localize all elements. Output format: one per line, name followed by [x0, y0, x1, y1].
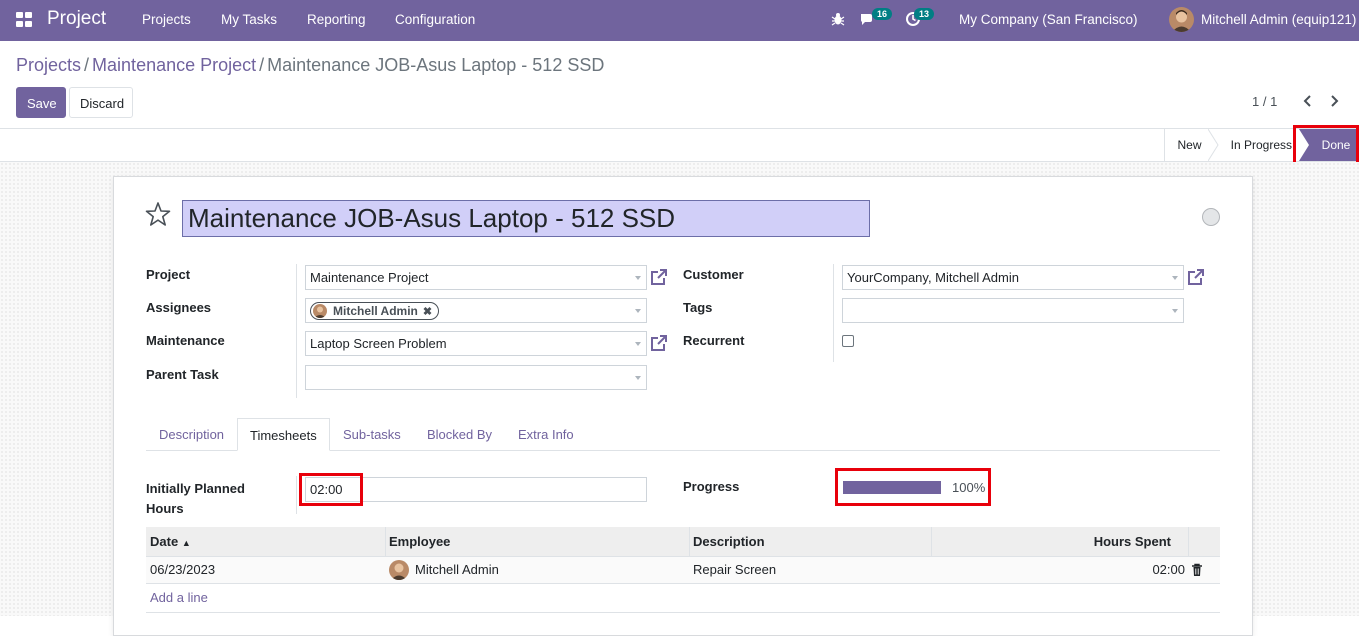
row-hours[interactable]: 02:00 — [935, 557, 1185, 583]
parent-task-field[interactable] — [305, 365, 647, 390]
column-divider — [689, 527, 690, 556]
sort-ascending-icon: ▲ — [181, 538, 191, 548]
maintenance-value: Laptop Screen Problem — [310, 336, 447, 351]
dropdown-caret-icon — [1172, 309, 1178, 313]
column-hours-spent[interactable]: Hours Spent — [935, 527, 1171, 556]
add-line-link[interactable]: Add a line — [150, 590, 208, 605]
assignees-label: Assignees — [146, 300, 212, 315]
field-divider — [296, 264, 297, 398]
field-divider — [296, 476, 297, 514]
project-field[interactable]: Maintenance Project — [305, 265, 647, 290]
stage-arrow-icon — [1299, 129, 1309, 161]
maintenance-field[interactable]: Laptop Screen Problem — [305, 331, 647, 356]
customer-field[interactable]: YourCompany, Mitchell Admin — [842, 265, 1184, 290]
tab-extra-info[interactable]: Extra Info — [506, 418, 586, 451]
project-label: Project — [146, 267, 191, 282]
stage-in-progress[interactable]: In Progress — [1214, 129, 1299, 161]
external-link-icon[interactable] — [649, 267, 669, 287]
top-navbar: Project Projects My Tasks Reporting Conf… — [0, 0, 1359, 41]
planned-hours-label-line2: Hours — [146, 501, 184, 516]
planned-hours-input[interactable]: 02:00 — [305, 477, 647, 502]
tags-label: Tags — [683, 300, 713, 315]
menu-my-tasks[interactable]: My Tasks — [221, 12, 277, 27]
progress-bar — [843, 481, 941, 494]
maintenance-label: Maintenance — [146, 333, 225, 348]
menu-reporting[interactable]: Reporting — [307, 12, 366, 27]
dropdown-caret-icon — [1172, 276, 1178, 280]
menu-configuration[interactable]: Configuration — [395, 12, 475, 27]
tab-blocked-by[interactable]: Blocked By — [415, 418, 504, 451]
messages-badge: 16 — [872, 8, 892, 20]
tab-sub-tasks[interactable]: Sub-tasks — [331, 418, 413, 451]
assignee-name: Mitchell Admin — [333, 304, 418, 318]
column-divider — [931, 527, 932, 556]
field-divider — [833, 264, 834, 362]
bug-icon[interactable] — [830, 11, 846, 27]
pager-next-icon[interactable] — [1328, 93, 1342, 109]
pager-previous-icon[interactable] — [1300, 93, 1314, 109]
status-bar: New In Progress Done — [0, 128, 1359, 162]
tab-timesheets[interactable]: Timesheets — [237, 418, 330, 451]
remove-tag-icon[interactable]: ✖ — [423, 306, 432, 318]
tags-field[interactable] — [842, 298, 1184, 323]
row-description[interactable]: Repair Screen — [693, 557, 776, 583]
row-date[interactable]: 06/23/2023 — [150, 557, 215, 583]
row-employee[interactable]: Mitchell Admin — [415, 557, 499, 583]
column-date[interactable]: Date ▲ — [150, 527, 191, 556]
dropdown-caret-icon — [635, 276, 641, 280]
save-button[interactable]: Save — [16, 87, 66, 118]
planned-hours-label-line1: Initially Planned — [146, 481, 245, 496]
progress-percent: 100% — [952, 480, 986, 495]
breadcrumb-maintenance-project[interactable]: Maintenance Project — [92, 55, 256, 75]
planned-hours-label: Initially Planned Hours — [146, 479, 245, 519]
user-menu[interactable]: Mitchell Admin (equip121) — [1201, 12, 1356, 27]
user-avatar[interactable] — [1169, 7, 1194, 32]
parent-task-label: Parent Task — [146, 367, 219, 382]
column-divider — [1188, 527, 1189, 556]
column-description[interactable]: Description — [693, 527, 765, 556]
planned-hours-value: 02:00 — [310, 482, 343, 497]
external-link-icon[interactable] — [649, 333, 669, 353]
discard-button[interactable]: Discard — [69, 87, 133, 118]
avatar — [389, 560, 409, 580]
recurrent-checkbox[interactable] — [842, 335, 854, 347]
dropdown-caret-icon — [635, 376, 641, 380]
activities-badge: 13 — [914, 8, 934, 20]
breadcrumb-separator: / — [84, 55, 90, 75]
avatar — [313, 304, 327, 318]
breadcrumb-projects[interactable]: Projects — [16, 55, 81, 75]
column-employee[interactable]: Employee — [389, 527, 450, 556]
breadcrumb: Projects / Maintenance Project / Maintenance… — [16, 55, 604, 76]
trash-icon[interactable] — [1191, 563, 1203, 577]
progress-label: Progress — [683, 479, 740, 494]
timesheet-table-header: Date ▲ Employee Description Hours Spent — [146, 527, 1220, 557]
app-grid-icon[interactable] — [16, 12, 33, 27]
assignee-tag: Mitchell Admin ✖ — [310, 302, 440, 320]
recurrent-label: Recurrent — [683, 333, 745, 348]
dropdown-caret-icon — [635, 342, 641, 346]
pager-value[interactable]: 1 / 1 — [1252, 94, 1277, 109]
customer-value: YourCompany, Mitchell Admin — [847, 270, 1019, 285]
column-date-label: Date — [150, 534, 179, 549]
kanban-state-icon[interactable] — [1202, 208, 1220, 226]
table-row[interactable]: 06/23/2023 Mitchell Admin Repair Screen … — [146, 557, 1220, 584]
breadcrumb-current: Maintenance JOB-Asus Laptop - 512 SSD — [267, 55, 605, 75]
customer-label: Customer — [683, 267, 744, 282]
breadcrumb-separator: / — [259, 55, 265, 75]
app-title[interactable]: Project — [47, 8, 106, 30]
external-link-icon[interactable] — [1186, 267, 1206, 287]
stage-new[interactable]: New — [1164, 129, 1214, 161]
column-divider — [385, 527, 386, 556]
assignees-field[interactable]: Mitchell Admin ✖ — [305, 298, 647, 323]
dropdown-caret-icon — [635, 309, 641, 313]
star-icon[interactable] — [145, 201, 171, 227]
project-value: Maintenance Project — [310, 270, 429, 285]
menu-projects[interactable]: Projects — [142, 12, 191, 27]
table-footer-divider — [146, 612, 1220, 613]
task-title-input[interactable]: Maintenance JOB-Asus Laptop - 512 SSD — [182, 200, 870, 237]
company-switcher[interactable]: My Company (San Francisco) — [959, 12, 1138, 27]
tab-description[interactable]: Description — [147, 418, 236, 451]
